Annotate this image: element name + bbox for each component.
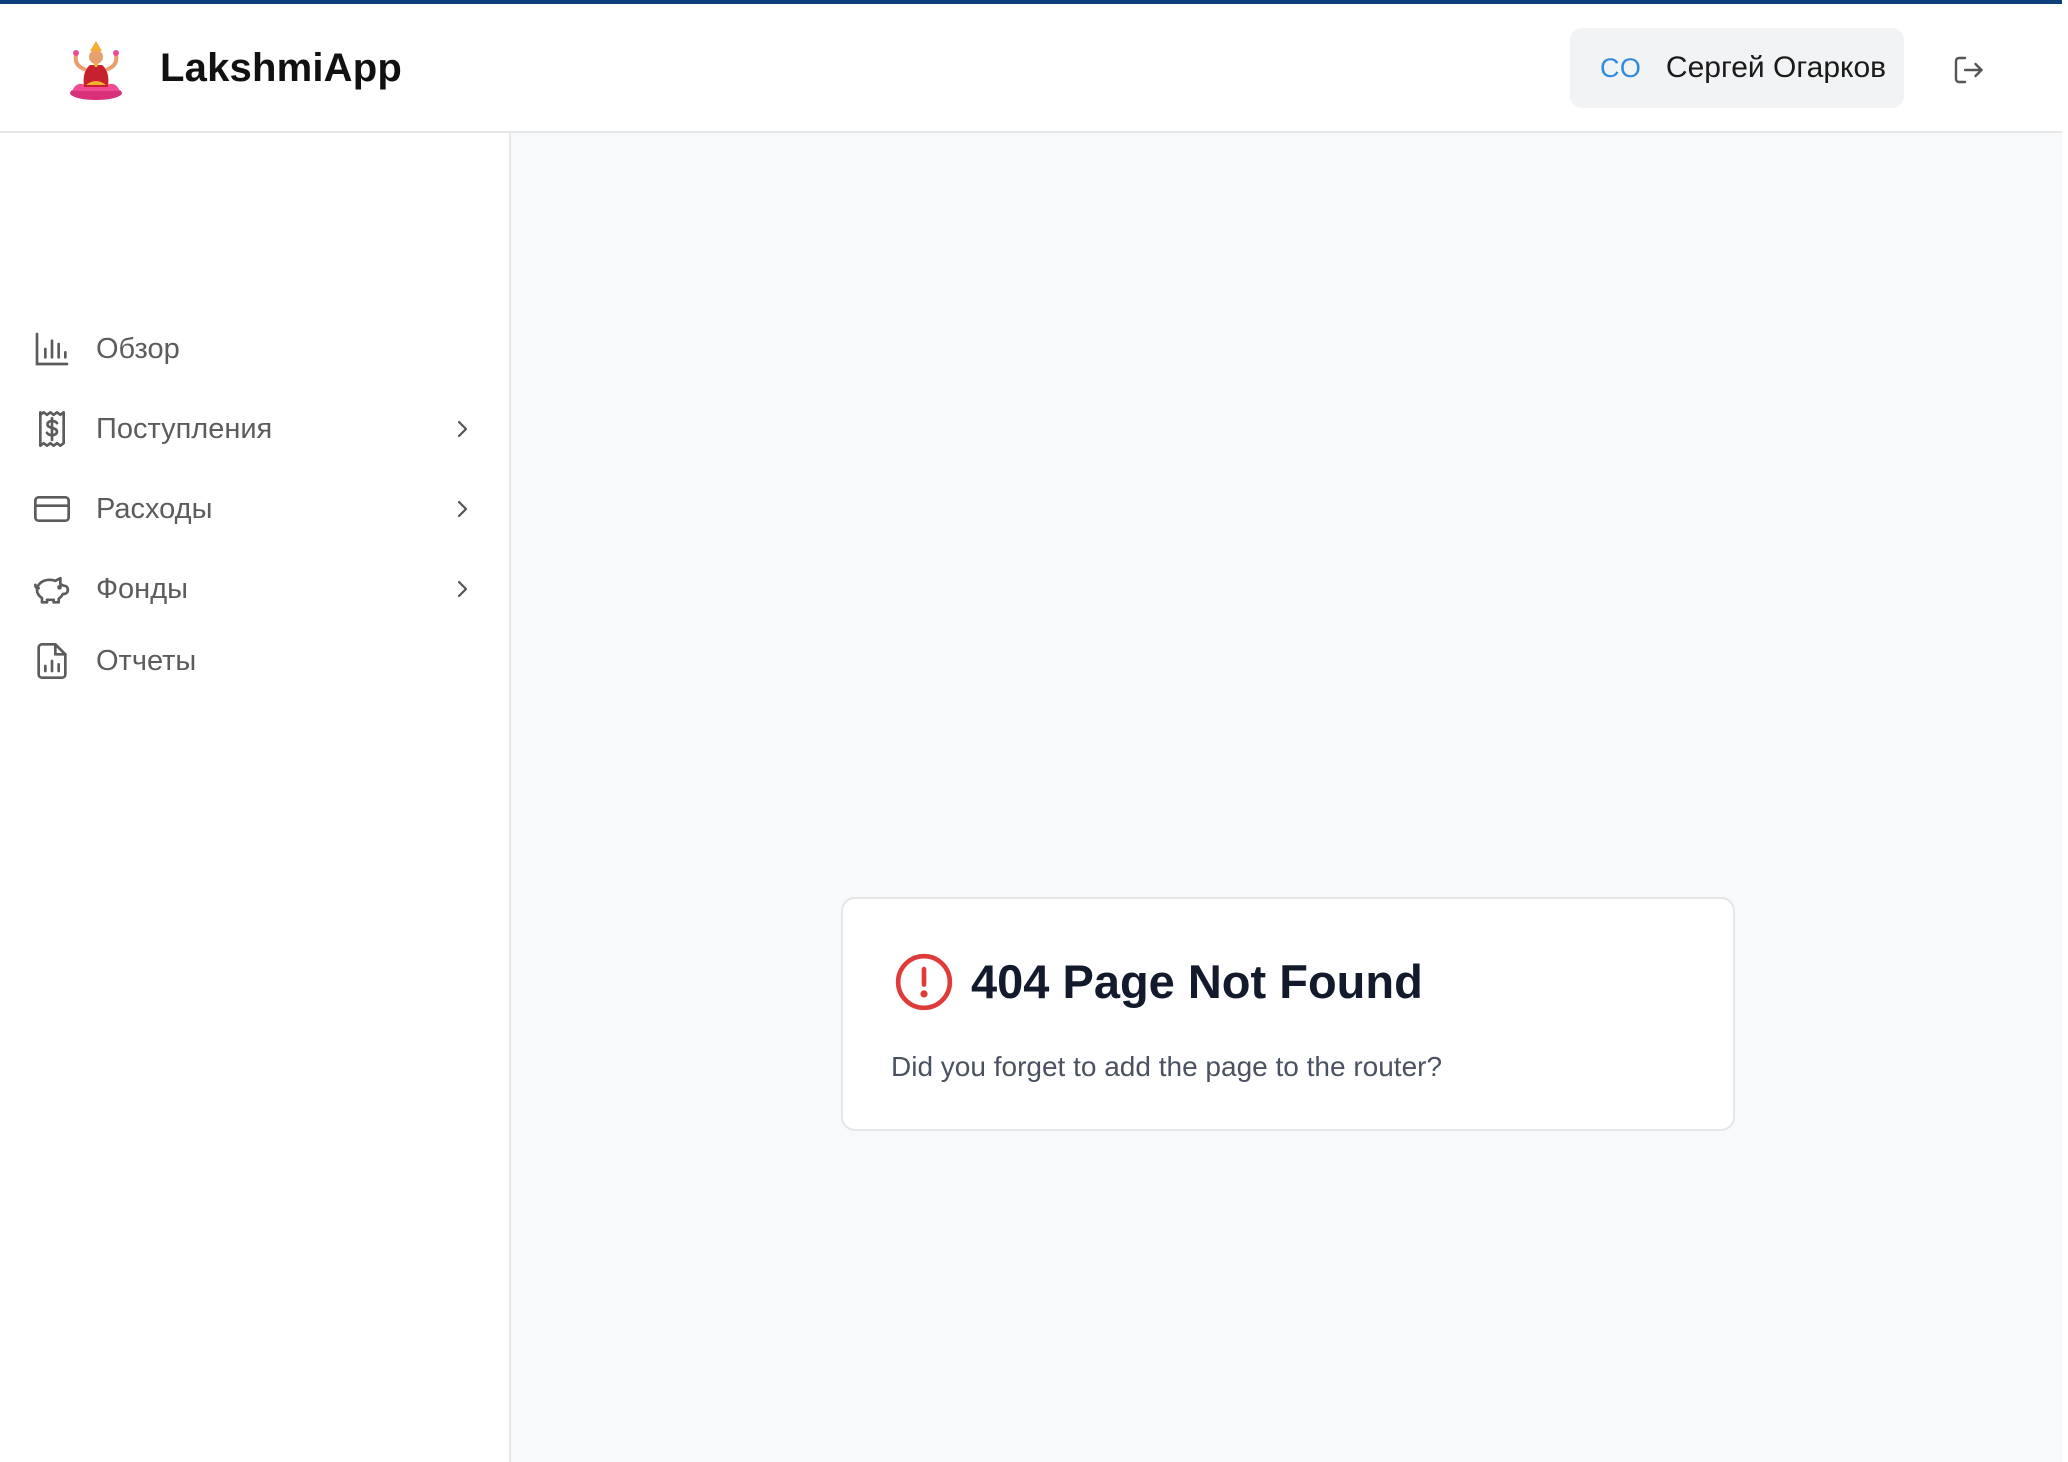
sidebar-item-funds[interactable]: Фонды <box>0 553 509 625</box>
sidebar-item-reports[interactable]: Отчеты <box>0 625 509 697</box>
sidebar-item-label: Поступления <box>96 412 273 445</box>
error-description: Did you forget to add the page to the ro… <box>891 1051 1443 1082</box>
lakshmi-logo-icon[interactable] <box>66 37 126 101</box>
sidebar-item-overview[interactable]: Обзор <box>0 313 509 385</box>
piggy-bank-icon <box>32 569 72 609</box>
user-profile-chip[interactable]: СО Сергей Огарков <box>1570 28 1904 108</box>
sidebar-item-income[interactable]: Поступления <box>0 393 509 465</box>
user-name: Сергей Огарков <box>1665 51 1887 84</box>
sidebar-item-label: Фонды <box>96 572 188 605</box>
chevron-right-icon <box>450 497 474 521</box>
main-content: 404 Page Not Found Did you forget to add… <box>511 133 2062 1462</box>
chevron-right-icon <box>450 417 474 441</box>
sidebar-item-expenses[interactable]: Расходы <box>0 473 509 545</box>
logout-icon <box>1954 56 1983 84</box>
report-file-icon <box>32 641 72 681</box>
receipt-dollar-icon <box>32 409 72 449</box>
sidebar-item-label: Расходы <box>96 492 213 525</box>
bar-chart-icon <box>32 329 72 369</box>
app-title[interactable]: LakshmiApp <box>160 44 402 92</box>
sidebar-item-label: Отчеты <box>96 644 197 677</box>
credit-card-icon <box>32 489 72 529</box>
chevron-right-icon <box>450 577 474 601</box>
error-card: 404 Page Not Found Did you forget to add… <box>841 897 1735 1131</box>
app-header: LakshmiApp СО Сергей Огарков <box>0 4 2062 133</box>
sidebar: Обзор Поступления Расходы Фонды Отчеты <box>0 133 511 1462</box>
alert-circle-icon <box>893 951 955 1013</box>
error-title: 404 Page Not Found <box>971 955 1423 1008</box>
user-initials-avatar: СО <box>1600 52 1642 83</box>
logout-button[interactable] <box>1950 52 1986 88</box>
sidebar-item-label: Обзор <box>96 332 180 365</box>
window-edge <box>2062 0 2068 1462</box>
